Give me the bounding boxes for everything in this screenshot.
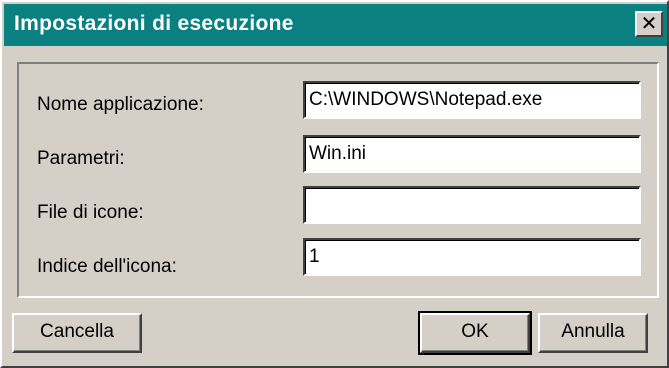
icon-index-field[interactable]: 1 [303, 238, 641, 276]
settings-group: Nome applicazione: C:\WINDOWS\Notepad.ex… [17, 62, 659, 298]
cancel-button[interactable]: Annulla [538, 313, 648, 353]
parameters-label: Parametri: [37, 148, 125, 169]
close-button[interactable]: ✕ [635, 11, 663, 37]
icon-index-label: Indice dell'icona: [37, 256, 177, 277]
ok-button[interactable]: OK [418, 311, 532, 355]
run-settings-dialog: Impostazioni di esecuzione ✕ Nome applic… [0, 0, 669, 368]
close-icon: ✕ [640, 11, 658, 35]
parameters-field[interactable]: Win.ini [303, 135, 641, 173]
application-name-field[interactable]: C:\WINDOWS\Notepad.exe [303, 81, 641, 119]
clear-button[interactable]: Cancella [12, 313, 142, 353]
icon-file-label: File di icone: [37, 202, 144, 223]
dialog-title: Impostazioni di esecuzione [14, 12, 294, 35]
application-name-label: Nome applicazione: [37, 94, 204, 115]
title-bar[interactable]: Impostazioni di esecuzione ✕ [4, 4, 667, 46]
icon-file-field[interactable] [303, 186, 641, 224]
